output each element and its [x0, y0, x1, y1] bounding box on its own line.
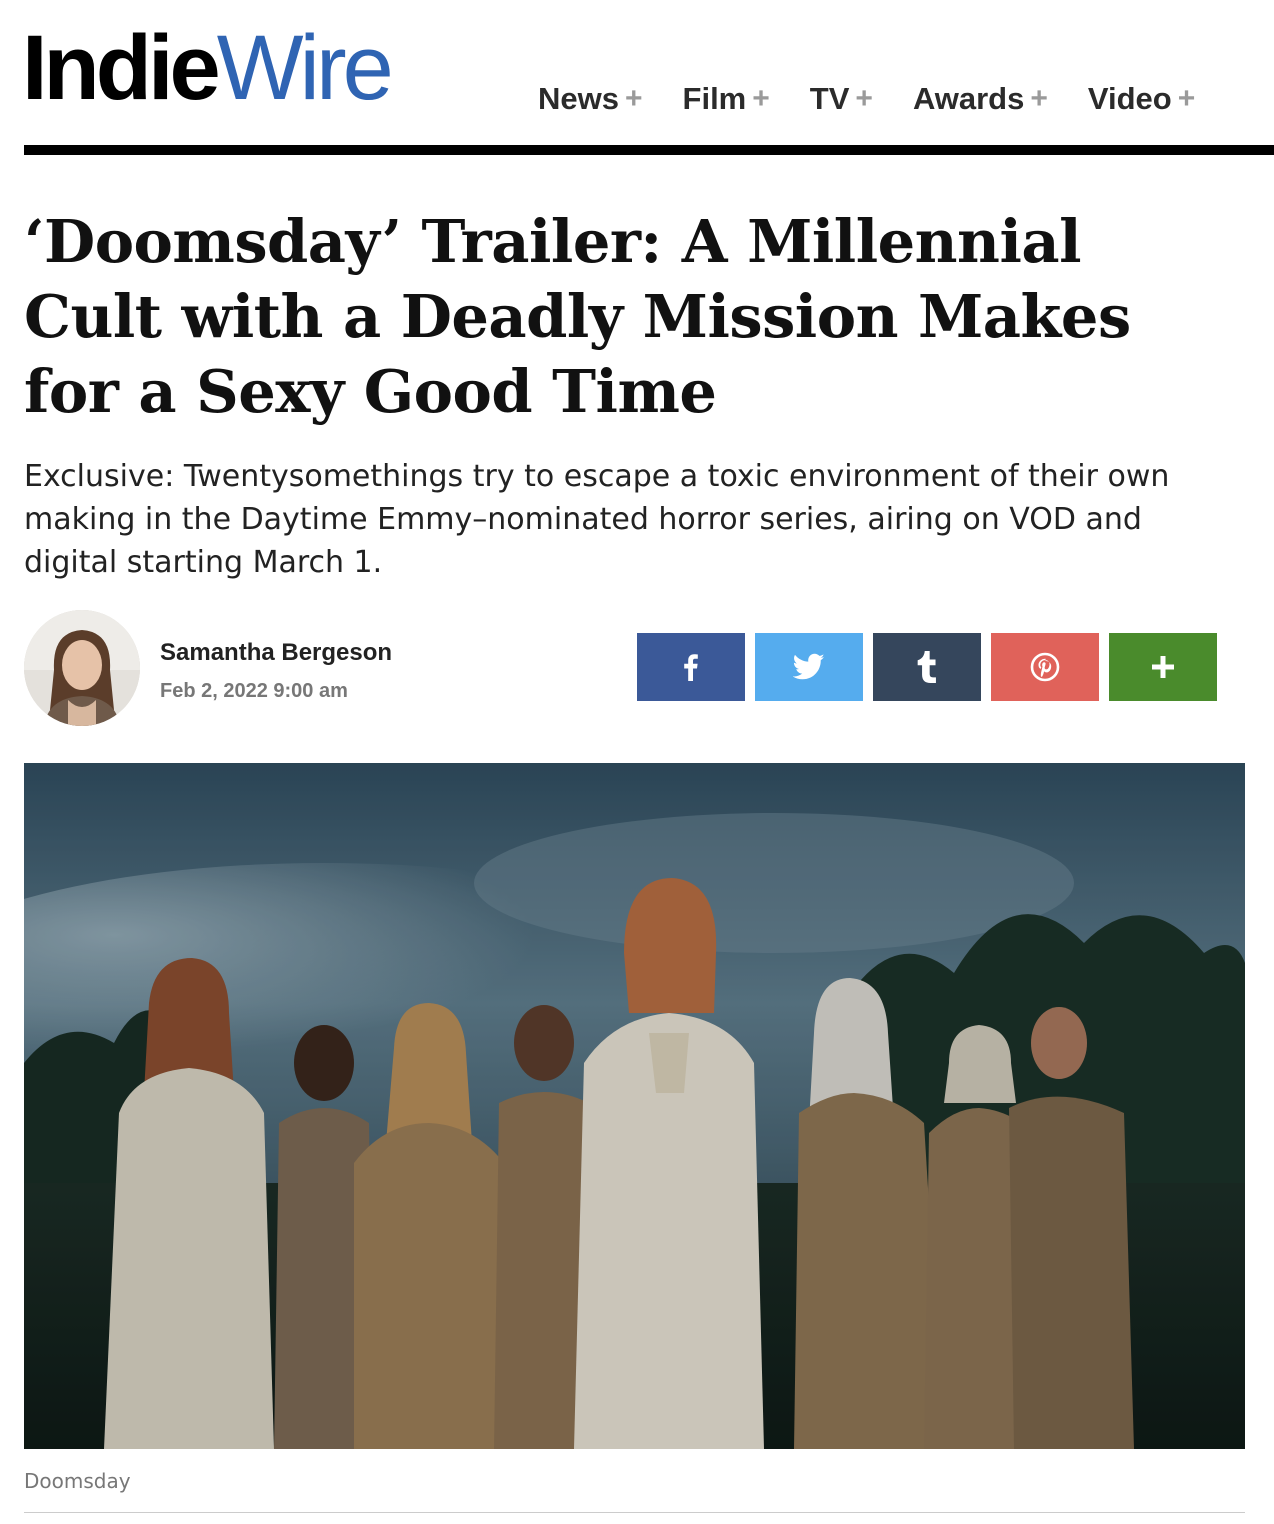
caption-divider — [24, 1512, 1245, 1513]
nav-label: Film — [682, 81, 747, 116]
plus-icon[interactable]: + — [1030, 82, 1048, 116]
more-share-button[interactable] — [1109, 633, 1217, 701]
article-title: ‘Doomsday’ Trailer: A Millennial Cult wi… — [24, 207, 1131, 426]
plus-icon[interactable]: + — [752, 82, 770, 116]
pinterest-share-button[interactable] — [991, 633, 1099, 701]
nav-item-video[interactable]: Video + — [1088, 76, 1195, 122]
nav-label: News — [538, 81, 619, 116]
publish-date: Feb 2, 2022 9:00 am — [160, 680, 348, 702]
nav-label: Awards — [912, 81, 1025, 116]
article-hero-image[interactable] — [24, 763, 1245, 1449]
article-dek: Exclusive: Twentysomethings try to escap… — [24, 459, 1170, 580]
logo-text-wire: Wire — [216, 17, 394, 119]
nav-item-awards[interactable]: Awards + — [913, 76, 1048, 122]
tumblr-icon — [917, 651, 936, 683]
main-nav: News + Film + TV + Awards + Video + — [538, 76, 1235, 122]
nav-item-news[interactable]: News + — [538, 76, 643, 122]
plus-icon[interactable]: + — [1178, 82, 1196, 116]
tumblr-share-button[interactable] — [873, 633, 981, 701]
author-name[interactable]: Samantha Bergeson — [160, 639, 392, 667]
share-bar — [637, 633, 1217, 701]
facebook-share-button[interactable] — [637, 633, 745, 701]
author-photo — [24, 610, 140, 726]
author-avatar[interactable] — [24, 610, 140, 726]
twitter-share-button[interactable] — [755, 633, 863, 701]
plus-icon[interactable]: + — [855, 82, 873, 116]
image-caption: Doomsday — [24, 1469, 131, 1493]
facebook-icon — [684, 654, 698, 681]
nav-item-film[interactable]: Film + — [683, 76, 770, 122]
hero-photo — [24, 763, 1245, 1449]
more-share-icon — [1152, 656, 1174, 678]
pinterest-icon — [1030, 652, 1060, 682]
header-divider — [24, 145, 1274, 155]
nav-item-tv[interactable]: TV + — [810, 76, 873, 122]
plus-icon[interactable]: + — [625, 82, 643, 116]
site-logo[interactable]: IndieWire — [22, 17, 394, 119]
twitter-icon — [793, 653, 825, 680]
nav-label: Video — [1087, 81, 1172, 116]
logo-text-indie: Indie — [22, 17, 221, 119]
nav-label: TV — [809, 81, 850, 116]
